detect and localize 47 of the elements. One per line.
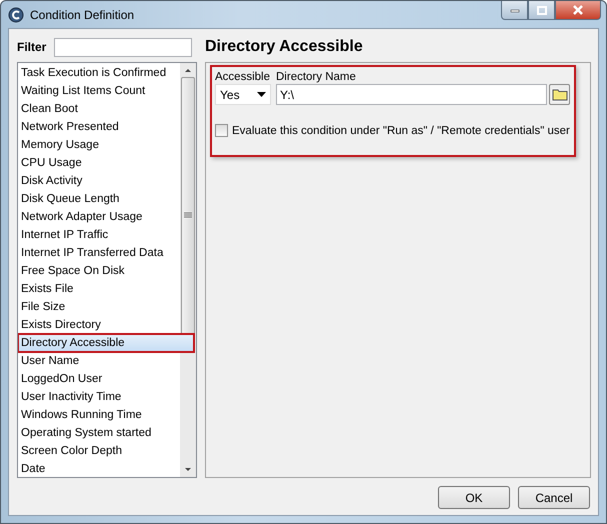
condition-item[interactable]: Clean Boot xyxy=(18,100,178,118)
condition-item[interactable]: Task Execution is Confirmed xyxy=(18,64,178,82)
condition-item[interactable]: Disk Queue Length xyxy=(18,190,178,208)
ok-button[interactable]: OK xyxy=(438,486,510,509)
close-icon xyxy=(572,5,584,15)
condition-item[interactable]: Date xyxy=(18,460,178,477)
filter-field[interactable] xyxy=(54,38,192,56)
condition-item[interactable]: CPU Usage xyxy=(18,154,178,172)
browse-button[interactable] xyxy=(549,84,570,105)
condition-item[interactable]: Screen Color Depth xyxy=(18,442,178,460)
condition-item[interactable]: Windows Running Time xyxy=(18,406,178,424)
window-title: Condition Definition xyxy=(30,8,134,22)
accessible-label: Accessible xyxy=(215,71,271,83)
condition-item[interactable]: LoggedOn User xyxy=(18,370,178,388)
maximize-icon xyxy=(536,6,546,14)
scrollbar[interactable] xyxy=(180,63,196,477)
condition-item[interactable]: Network Adapter Usage xyxy=(18,208,178,226)
minimize-button[interactable] xyxy=(501,1,528,20)
run-as-checkbox[interactable] xyxy=(215,124,228,137)
app-logo-icon xyxy=(8,6,24,22)
condition-item[interactable]: Network Presented xyxy=(18,118,178,136)
cancel-button[interactable]: Cancel xyxy=(518,486,590,509)
accessible-dropdown[interactable]: Yes xyxy=(215,84,271,105)
condition-item[interactable]: Operating System started xyxy=(18,424,178,442)
condition-item[interactable]: Internet IP Transferred Data xyxy=(18,244,178,262)
condition-item[interactable]: Exists File xyxy=(18,280,178,298)
caret-icon xyxy=(257,92,266,97)
condition-item[interactable]: Internet IP Traffic xyxy=(18,226,178,244)
condition-item[interactable]: Disk Activity xyxy=(18,172,178,190)
condition-item[interactable]: User Inactivity Time xyxy=(18,388,178,406)
condition-item[interactable]: Free Space On Disk xyxy=(18,262,178,280)
condition-item[interactable]: Exists Directory xyxy=(18,316,178,334)
directory-name-label: Directory Name xyxy=(276,71,357,83)
minimize-icon xyxy=(510,7,520,13)
run-as-label: Evaluate this condition under "Run as" / "Remote credentials" user xyxy=(232,124,570,136)
condition-item[interactable]: Waiting List Items Count xyxy=(18,82,178,100)
condition-heading: Directory Accessible xyxy=(205,38,363,56)
maximize-button[interactable] xyxy=(528,1,555,20)
grip-icon xyxy=(184,212,192,218)
folder-icon xyxy=(552,88,568,101)
close-button[interactable] xyxy=(555,1,601,20)
condition-item[interactable]: User Name xyxy=(18,352,178,370)
condition-item[interactable]: Memory Usage xyxy=(18,136,178,154)
condition-item[interactable]: Directory Accessible xyxy=(18,334,194,352)
filter-label: Filter xyxy=(17,40,46,54)
condition-item[interactable]: File Size xyxy=(18,298,178,316)
directory-field[interactable]: Y:\ xyxy=(276,84,547,105)
